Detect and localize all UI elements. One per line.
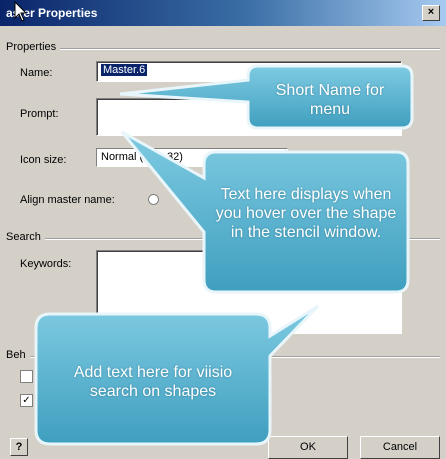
callout-search-text-label: Add text here for viisio search on shape…: [73, 364, 233, 400]
callout-short-name-text: Short Name for menu: [275, 82, 385, 118]
callout-hover-text-label: Text here displays when you hover over t…: [215, 186, 397, 241]
